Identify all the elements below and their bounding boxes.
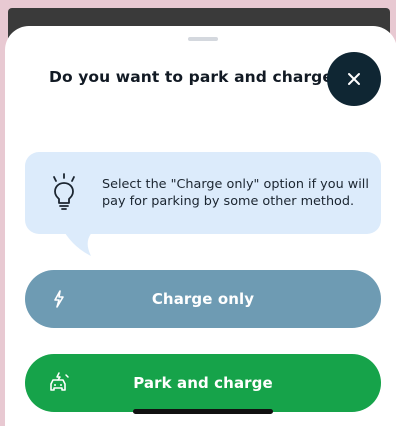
car-charging-icon	[50, 372, 69, 391]
charge-only-label: Charge only	[151, 290, 255, 308]
info-tip: Select the "Charge only" option if you w…	[25, 152, 381, 256]
sheet-grabber[interactable]	[188, 37, 218, 41]
lightning-bolt-icon	[54, 290, 64, 308]
charge-only-button[interactable]: Charge only	[25, 270, 381, 328]
close-icon	[348, 73, 360, 85]
home-indicator[interactable]	[133, 409, 273, 414]
bottom-sheet: Do you want to park and charge? Select t…	[5, 26, 396, 426]
park-and-charge-label: Park and charge	[133, 374, 273, 392]
dialog-title: Do you want to park and charge?	[49, 68, 343, 86]
tip-text: Select the "Charge only" option if you w…	[102, 177, 369, 209]
close-button[interactable]	[327, 52, 381, 106]
lightbulb-icon	[53, 173, 75, 210]
park-and-charge-button[interactable]: Park and charge	[25, 354, 381, 412]
tip-tail	[61, 226, 101, 256]
